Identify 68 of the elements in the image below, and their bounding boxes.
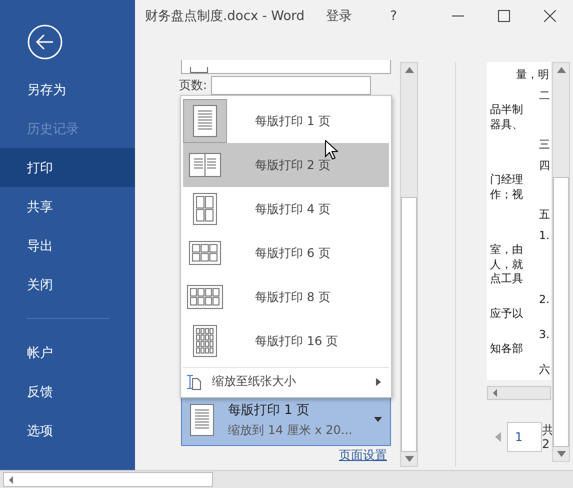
previous-page-icon[interactable] xyxy=(495,432,501,442)
sidebar-item[interactable]: 打印 xyxy=(0,148,135,187)
submenu-arrow-icon xyxy=(376,378,381,386)
preview-text: 应予以 xyxy=(489,307,524,322)
pages-input[interactable] xyxy=(211,76,372,95)
sidebar-item[interactable]: 导出 xyxy=(0,226,135,265)
layout-icon xyxy=(187,285,223,309)
sidebar-item[interactable]: 帐户 xyxy=(0,333,135,372)
scroll-up-icon[interactable] xyxy=(556,67,566,73)
menu-item[interactable]: 每版打印 16 页 xyxy=(183,319,389,363)
menu-item[interactable]: 每版打印 4 页 xyxy=(183,187,389,231)
preview-text: 三 xyxy=(538,138,551,152)
scrollbar[interactable] xyxy=(487,386,551,400)
maximize-icon[interactable] xyxy=(498,10,510,22)
preview-text: 作；视 xyxy=(489,188,524,202)
preview-text: 1. xyxy=(538,228,550,243)
scrollbar-thumb[interactable] xyxy=(553,177,569,447)
pointer-cursor-icon xyxy=(325,140,338,160)
layout-icon xyxy=(193,105,217,137)
preview-text: 知各部 xyxy=(489,342,524,356)
print-scope-dropdown[interactable] xyxy=(181,60,391,74)
layout-icon xyxy=(193,193,217,225)
page-number-input[interactable]: 1 xyxy=(507,422,542,452)
scroll-down-icon[interactable] xyxy=(404,456,414,462)
preview-text: 2. xyxy=(538,292,550,307)
close-icon[interactable] xyxy=(544,10,556,22)
caret-icon xyxy=(374,417,382,422)
scrollbar[interactable] xyxy=(400,62,418,467)
back-icon[interactable] xyxy=(27,24,63,60)
layout-icon xyxy=(189,241,221,265)
preview-text: 品半制 xyxy=(489,103,524,118)
sidebar-item[interactable]: 另存为 xyxy=(0,70,135,109)
window-title: 财务盘点制度.docx - Word xyxy=(145,8,306,25)
scroll-down-icon[interactable] xyxy=(556,451,566,457)
scrollbar-thumb[interactable] xyxy=(401,197,417,452)
preview-text: 量，明 xyxy=(515,68,550,82)
sidebar-item[interactable]: 选项 xyxy=(0,411,135,450)
total-pages: 2 xyxy=(542,437,551,451)
menu-item[interactable]: 缩放至纸张大小 xyxy=(183,368,389,395)
preview-text: 六 xyxy=(538,362,551,377)
preview-text: 五 xyxy=(538,208,551,222)
preview-text: 器具、 xyxy=(489,118,524,132)
scrollbar[interactable] xyxy=(552,62,570,462)
sidebar-item[interactable]: 关闭 xyxy=(0,265,135,304)
sign-in-link[interactable]: 登录 xyxy=(326,7,352,25)
menu-item[interactable]: 每版打印 1 页 xyxy=(183,99,389,143)
layout-icon xyxy=(193,325,217,357)
menu-item[interactable]: 每版打印 2 页 xyxy=(183,143,389,187)
document-icon xyxy=(190,67,208,73)
preview-text: 3. xyxy=(538,328,550,342)
preview-text: 人，就 xyxy=(489,258,524,272)
scroll-up-icon[interactable] xyxy=(404,67,414,73)
preview-text: 点工具 xyxy=(489,272,524,286)
scale-page-icon xyxy=(187,374,201,390)
preview-text: 室，由 xyxy=(489,243,524,258)
preview-text: 门经理 xyxy=(489,173,524,188)
sidebar-item[interactable]: 反馈 xyxy=(0,372,135,411)
menu-item[interactable]: 每版打印 6 页 xyxy=(183,231,389,275)
help-button[interactable]: ? xyxy=(390,8,397,24)
scrollbar[interactable] xyxy=(3,472,213,487)
preview-text: 二 xyxy=(538,88,551,103)
layout-icon xyxy=(190,404,214,436)
pages-label: 页数: xyxy=(179,77,208,94)
sidebar-item[interactable]: 共享 xyxy=(0,187,135,226)
layout-icon xyxy=(189,153,221,177)
preview-text: 四 xyxy=(538,158,551,173)
menu-item[interactable]: 每版打印 8 页 xyxy=(183,275,389,319)
page-setup-link[interactable]: 页面设置 xyxy=(339,447,387,464)
